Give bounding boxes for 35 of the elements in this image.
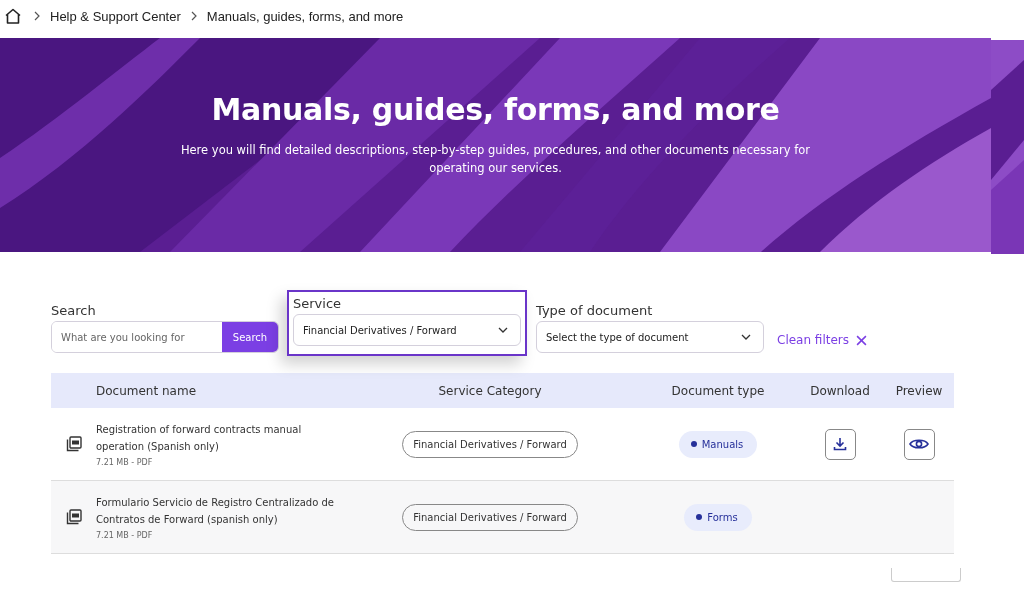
document-type-dropdown[interactable]: Select the type of document: [536, 321, 764, 353]
field-label: Search: [51, 303, 97, 319]
column-header: Download: [809, 383, 871, 398]
search-field[interactable]: What are you looking for Search: [51, 321, 279, 353]
file-size: 7.21 MB - PDF: [96, 458, 154, 467]
document-type-tag: Manuals: [678, 430, 758, 458]
pdf-file-icon: [65, 436, 82, 452]
field-label: Type of document: [536, 303, 654, 319]
document-name[interactable]: Registration of forward contracts manual operation (Spanish only): [96, 421, 346, 455]
dot-icon: [696, 514, 703, 520]
button-outline: [891, 568, 961, 582]
eye-icon: [909, 438, 929, 450]
column-header: Preview: [894, 383, 944, 398]
document-name[interactable]: Formulario Servicio de Registro Centralizado de Contratos de Forward (spanish only): [96, 494, 346, 528]
pdf-file-icon: [65, 509, 82, 525]
home-icon[interactable]: [4, 8, 22, 24]
chevron-down-icon: [498, 327, 508, 333]
column-header: Document type: [670, 383, 766, 398]
chevron-down-icon: [741, 334, 751, 340]
close-icon: [856, 334, 868, 346]
breadcrumb-link[interactable]: Help & Support Center: [50, 8, 181, 24]
chevron-icon: [190, 11, 197, 21]
service-dropdown[interactable]: Financial Derivatives / Forward: [293, 314, 521, 346]
preview-button[interactable]: [903, 428, 935, 460]
search-button[interactable]: Search: [222, 322, 278, 352]
file-size: 7.21 MB - PDF: [96, 531, 154, 540]
download-button[interactable]: [824, 428, 856, 460]
column-header: Document name: [96, 383, 197, 398]
clean-filters-link[interactable]: Clean filters: [777, 333, 868, 347]
column-header: Service Category: [437, 383, 543, 398]
document-type-tag: Forms: [684, 503, 752, 531]
field-label: Service: [293, 296, 343, 312]
chevron-icon: [34, 11, 40, 21]
dot-icon: [690, 441, 697, 447]
download-icon: [833, 437, 847, 451]
